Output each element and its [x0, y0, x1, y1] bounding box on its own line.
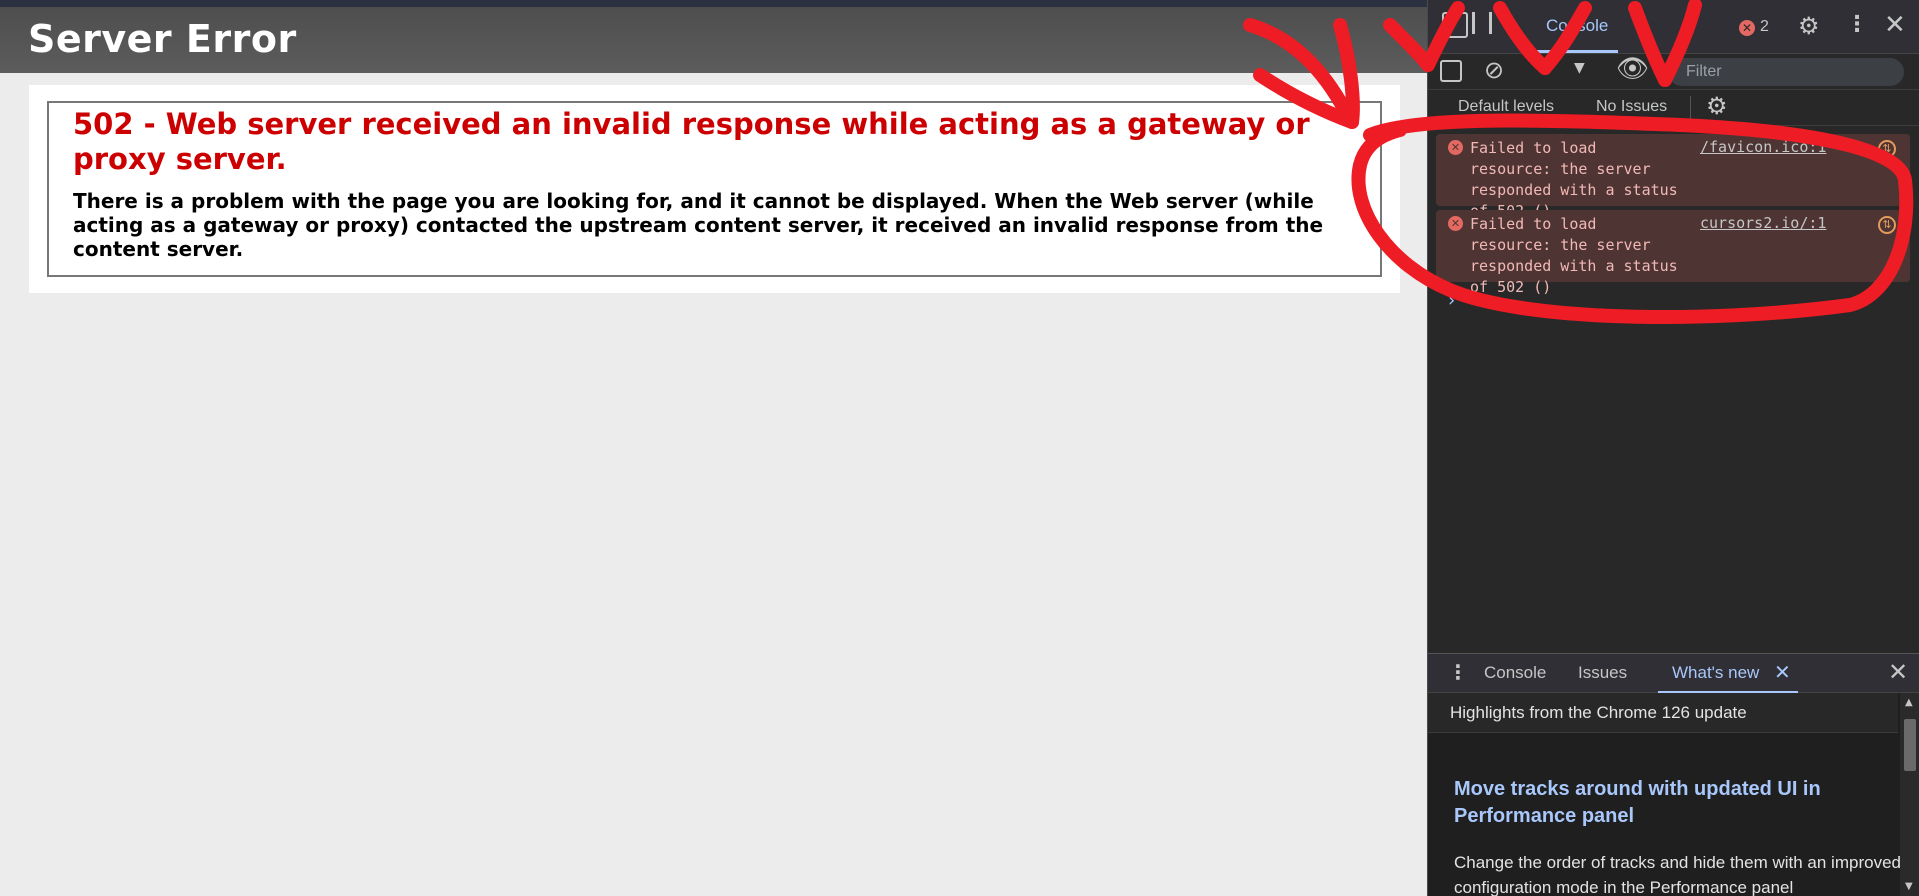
chevron-right-icon[interactable]: › — [1448, 290, 1455, 311]
close-icon[interactable]: ✕ — [1888, 658, 1908, 686]
more-icon[interactable]: ⋮ — [1448, 660, 1468, 684]
feature-title-link[interactable]: Move tracks around with updated UI in Pe… — [1454, 776, 1874, 830]
tab-console[interactable]: Console — [1546, 16, 1608, 36]
chevron-down-icon[interactable]: ▼ — [1574, 60, 1585, 76]
error-icon: ✕ — [1448, 216, 1463, 231]
content-area: 502 - Web server received an invalid res… — [29, 85, 1400, 293]
error-count[interactable]: 2 — [1760, 18, 1769, 36]
feature-description: Change the order of tracks and hide them… — [1454, 853, 1901, 896]
message-text: Failed to load resource: the server resp… — [1470, 215, 1678, 296]
network-icon[interactable]: ⇅ — [1878, 216, 1896, 234]
settings-icon[interactable]: ⚙ — [1706, 92, 1728, 120]
console-message: ✕ Failed to load resource: the server re… — [1436, 210, 1910, 296]
devtools-panel: Console ✕ 2 ⚙ ⋮ ✕ ⊘ ▼ 👁 Filter Default l… — [1427, 0, 1919, 896]
page-header: Server Error — [0, 7, 1427, 73]
close-icon[interactable]: ✕ — [1884, 10, 1906, 40]
error-box: 502 - Web server received an invalid res… — [47, 101, 1382, 277]
levels-dropdown[interactable]: Default levels — [1458, 98, 1554, 116]
network-icon[interactable]: ⇅ — [1878, 140, 1896, 158]
elements-tab-icon[interactable] — [1472, 12, 1492, 34]
drawer-tabbar: ⋮ Console Issues What's new ✕ ✕ — [1428, 653, 1919, 694]
inspect-icon[interactable] — [1442, 12, 1468, 38]
browser-top-strip — [0, 0, 1427, 7]
divider — [1690, 96, 1691, 120]
issues-button[interactable]: No Issues — [1596, 98, 1667, 116]
scroll-arrow-icon[interactable]: ▲ — [1905, 697, 1913, 708]
devtools-tabbar: Console ✕ 2 ⚙ ⋮ ✕ — [1428, 0, 1919, 54]
scroll-thumb[interactable] — [1904, 719, 1916, 771]
tab-console-underline — [1528, 50, 1618, 53]
console-toolbar-secondary: Default levels No Issues ⚙ — [1428, 90, 1919, 126]
error-title: 502 - Web server received an invalid res… — [73, 107, 1310, 176]
filter-placeholder: Filter — [1686, 63, 1722, 80]
error-count-icon[interactable]: ✕ — [1739, 20, 1755, 36]
clear-icon[interactable]: ⊘ — [1484, 56, 1504, 84]
filter-input[interactable]: Filter — [1668, 58, 1904, 86]
eye-icon[interactable]: 👁 — [1616, 54, 1649, 84]
console-toolbar: ⊘ ▼ 👁 Filter — [1428, 54, 1919, 90]
settings-icon[interactable]: ⚙ — [1798, 12, 1820, 40]
error-icon: ✕ — [1448, 140, 1463, 155]
sidebar-icon[interactable] — [1440, 60, 1462, 82]
console-message: ✕ Failed to load resource: the server re… — [1436, 134, 1910, 220]
scrollbar[interactable]: ▲ ▼ — [1900, 693, 1919, 896]
whats-new-panel: Highlights from the Chrome 126 update Mo… — [1428, 693, 1919, 896]
message-source-link[interactable]: cursors2.io/:1 — [1700, 214, 1826, 232]
close-icon[interactable]: ✕ — [1774, 660, 1791, 684]
drawer-tab-issues[interactable]: Issues — [1578, 663, 1627, 683]
scroll-arrow-icon[interactable]: ▼ — [1905, 881, 1913, 892]
error-description: There is a problem with the page you are… — [73, 189, 1324, 261]
drawer-tab-whats-new[interactable]: What's new — [1672, 663, 1759, 683]
message-source-link[interactable]: /favicon.ico:1 — [1700, 138, 1826, 156]
whats-new-header: Highlights from the Chrome 126 update — [1428, 693, 1898, 733]
drawer-tab-console[interactable]: Console — [1484, 663, 1546, 683]
page-title: Server Error — [28, 17, 297, 61]
more-icon[interactable]: ⋮ — [1846, 12, 1868, 37]
whats-new-highlights: Highlights from the Chrome 126 update — [1450, 703, 1747, 722]
